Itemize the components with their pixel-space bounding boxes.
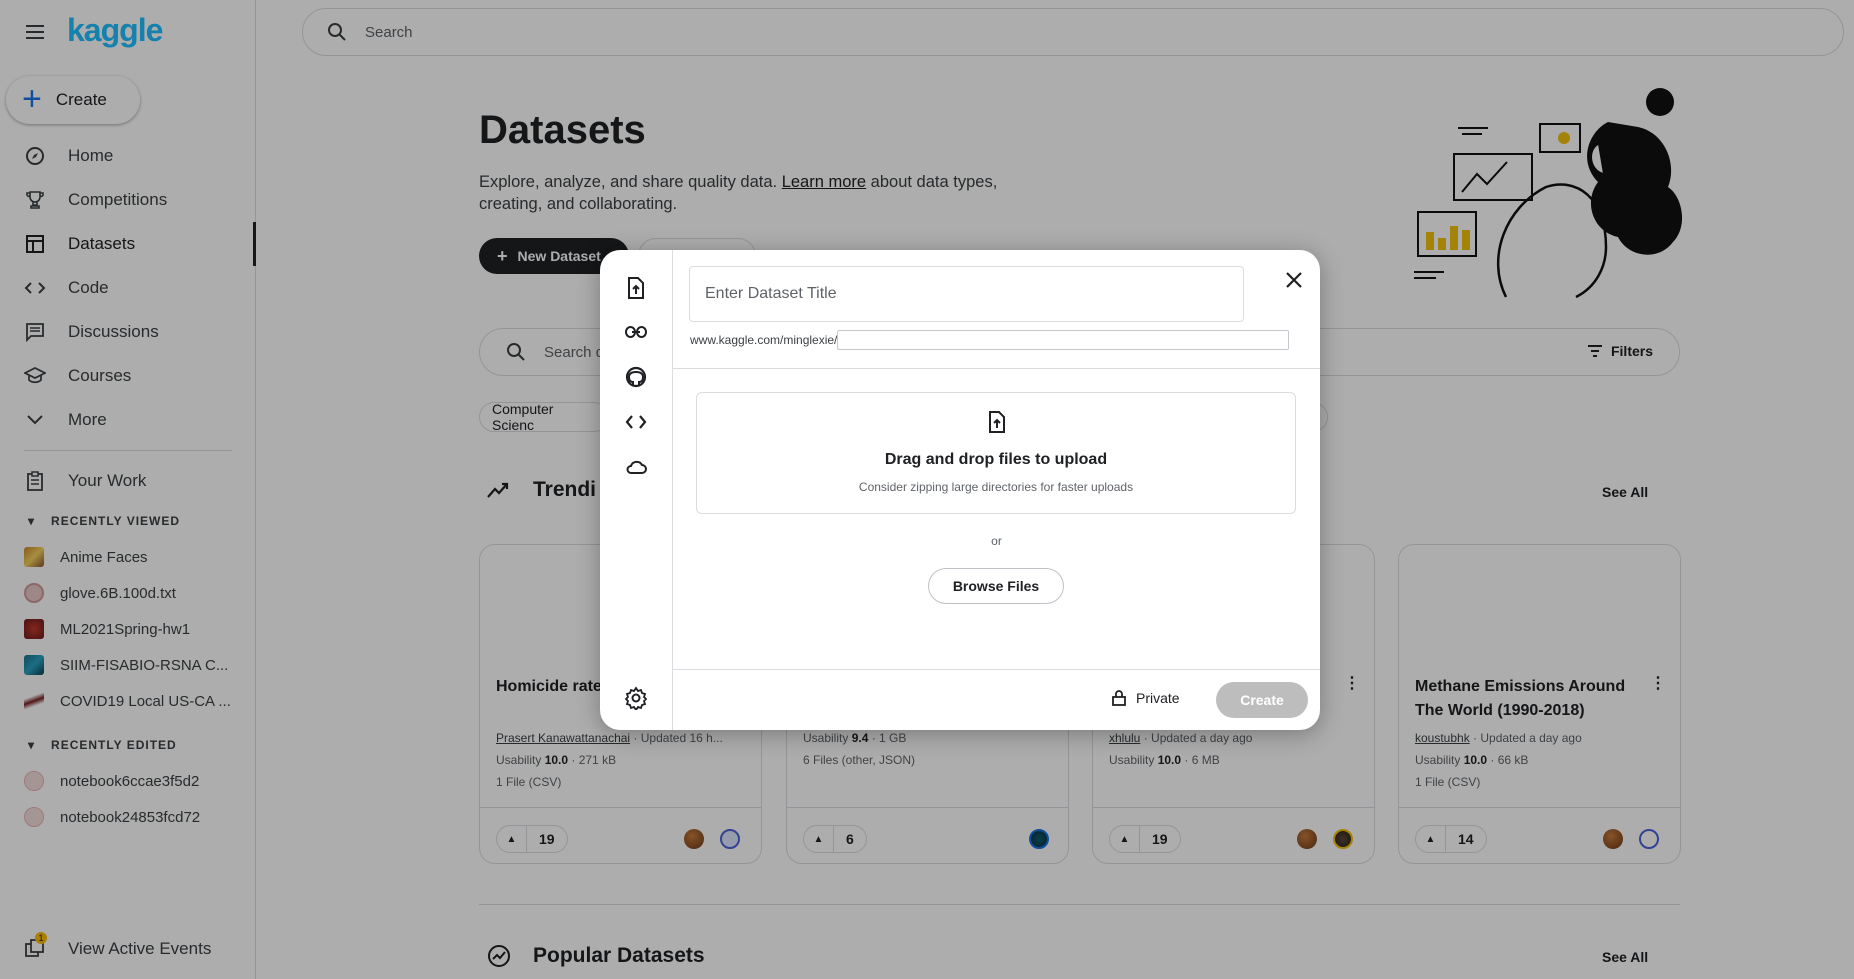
- or-separator: or: [991, 534, 1002, 548]
- file-dropzone[interactable]: Drag and drop files to upload Consider z…: [696, 392, 1296, 514]
- create-dataset-button[interactable]: Create: [1216, 682, 1308, 718]
- file-upload-icon[interactable]: [624, 276, 648, 300]
- file-upload-icon: [987, 411, 1007, 433]
- dropzone-subtitle: Consider zipping large directories for f…: [858, 480, 1134, 494]
- dataset-slug-input[interactable]: [837, 330, 1290, 350]
- link-icon[interactable]: [624, 320, 648, 344]
- visibility-toggle[interactable]: Private: [1112, 690, 1180, 706]
- lock-icon: [1112, 690, 1126, 706]
- modal-footer-divider: [673, 669, 1320, 670]
- visibility-label: Private: [1136, 690, 1180, 706]
- code-icon[interactable]: [624, 410, 648, 434]
- github-icon[interactable]: [624, 365, 648, 389]
- settings-icon[interactable]: [624, 686, 648, 710]
- dataset-url-row: www.kaggle.com/minglexie/: [690, 330, 1290, 350]
- close-icon[interactable]: [1282, 268, 1306, 292]
- upload-source-rail: [600, 250, 673, 730]
- dataset-title-input[interactable]: Enter Dataset Title: [689, 266, 1244, 322]
- browse-files-button[interactable]: Browse Files: [928, 568, 1064, 604]
- cloud-icon[interactable]: [624, 455, 648, 479]
- url-prefix: www.kaggle.com/minglexie/: [690, 333, 838, 347]
- modal-divider: [673, 368, 1320, 369]
- dropzone-title: Drag and drop files to upload: [884, 451, 1108, 468]
- new-dataset-dialog: Enter Dataset Title www.kaggle.com/mingl…: [600, 250, 1320, 730]
- title-placeholder: Enter Dataset Title: [705, 285, 837, 302]
